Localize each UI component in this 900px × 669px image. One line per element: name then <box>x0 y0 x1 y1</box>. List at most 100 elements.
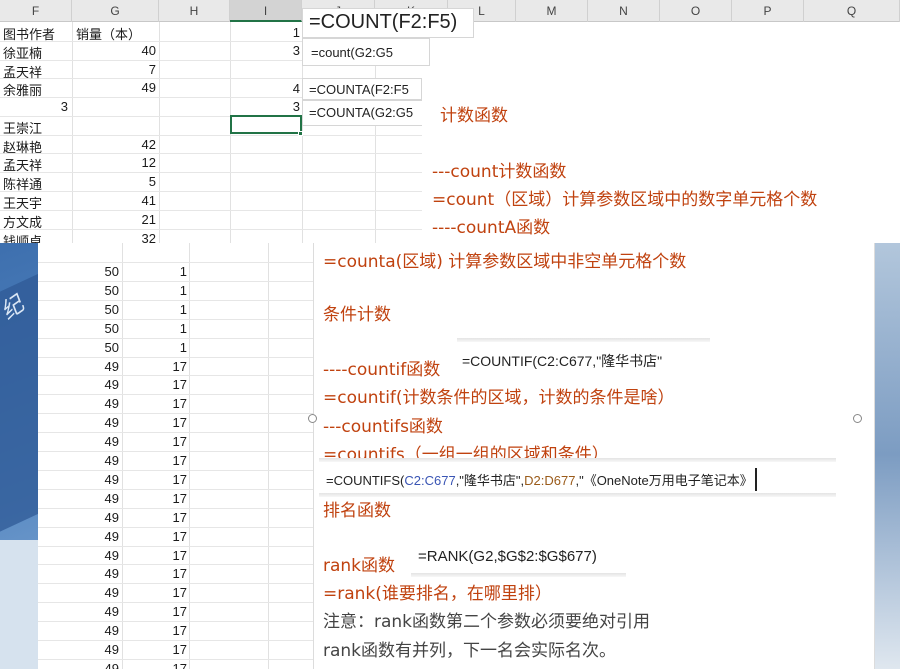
cell-sales[interactable]: 49 <box>38 434 119 449</box>
header-sales[interactable]: 销量（本） <box>76 24 141 43</box>
cell-sales[interactable]: 49 <box>38 604 119 619</box>
column-header-i[interactable]: I <box>230 0 302 22</box>
cell-sales[interactable]: 50 <box>38 264 119 279</box>
gridline <box>38 337 313 339</box>
cell-sales[interactable]: 49 <box>38 377 119 392</box>
column-header-q[interactable]: Q <box>804 0 900 22</box>
cell-author[interactable]: 王天宇 <box>3 193 42 212</box>
gridline <box>38 602 313 604</box>
cell-sales[interactable]: 49 <box>38 415 119 430</box>
cell-rank[interactable]: 1 <box>122 340 187 355</box>
cell-sales[interactable]: 49 <box>38 453 119 468</box>
cell-sales[interactable]: 49 <box>72 80 156 95</box>
cell-rank[interactable]: 17 <box>122 359 187 374</box>
cell-author[interactable]: 方文成 <box>3 212 42 231</box>
cell-result[interactable]: 3 <box>230 99 300 114</box>
header-author[interactable]: 图书作者 <box>3 24 55 43</box>
cell-rank[interactable]: 17 <box>122 661 187 669</box>
cell-sales[interactable]: 50 <box>38 302 119 317</box>
gridline <box>0 135 422 136</box>
cell-rank[interactable]: 1 <box>122 283 187 298</box>
cell-author[interactable]: 钱顺卓 <box>3 231 42 243</box>
excel-sheet-top[interactable]: F G H I J K L M N O P Q 图书作者 销量（本） 徐亚楠 4… <box>0 0 900 243</box>
cell-rank[interactable]: 17 <box>122 585 187 600</box>
cell-author[interactable]: 余雅丽 <box>3 80 42 99</box>
cell-rank[interactable]: 17 <box>122 642 187 657</box>
cell-rank[interactable]: 17 <box>122 377 187 392</box>
notes-panel: 计数函数 ---count计数函数 =count（区域）计算参数区域中的数字单元… <box>422 95 900 243</box>
column-header-g[interactable]: G <box>72 0 159 22</box>
resize-handle-left[interactable] <box>308 414 317 423</box>
cell-sales[interactable]: 49 <box>38 491 119 506</box>
cell-result[interactable]: 3 <box>230 43 300 58</box>
cell-rank[interactable]: 1 <box>122 321 187 336</box>
countifs-range2: D2:D677 <box>524 473 576 488</box>
cell-author[interactable]: 王崇江 <box>3 118 42 137</box>
cell-author[interactable]: 陈祥通 <box>3 174 42 193</box>
cell-rank[interactable]: 17 <box>122 453 187 468</box>
fill-handle[interactable] <box>298 131 303 136</box>
column-header-h[interactable]: H <box>159 0 230 22</box>
cell-result[interactable]: 1 <box>230 25 300 40</box>
onenote-page[interactable]: =counta(区域) 计算参数区域中非空单元格个数 条件计数 ----coun… <box>313 243 875 669</box>
cell-author[interactable]: 孟天祥 <box>3 155 42 174</box>
cell-sales[interactable]: 49 <box>38 642 119 657</box>
cell-result[interactable]: 4 <box>230 81 300 96</box>
cell-sales[interactable]: 49 <box>38 510 119 525</box>
cell-sales[interactable]: 41 <box>72 193 156 208</box>
cell-rank[interactable]: 17 <box>122 548 187 563</box>
excel-sheet-bottom[interactable]: 50 1 50 1 50 1 50 1 50 1 49 17 49 17 49 17 49 17 49 17 49 17 4… <box>38 243 313 669</box>
gridline <box>38 356 313 358</box>
selected-cell[interactable] <box>230 115 302 134</box>
cell-sales[interactable]: 49 <box>38 396 119 411</box>
cell-sales[interactable]: 50 <box>38 321 119 336</box>
cell-author[interactable]: 徐亚楠 <box>3 43 42 62</box>
cell-sales[interactable]: 42 <box>72 137 156 152</box>
cell-rank[interactable]: 17 <box>122 604 187 619</box>
gridline <box>38 545 313 547</box>
cell-sales[interactable]: 49 <box>38 529 119 544</box>
cell-author[interactable]: 孟天祥 <box>3 62 42 81</box>
cell-sales[interactable]: 49 <box>38 661 119 669</box>
cell-rank[interactable]: 17 <box>122 566 187 581</box>
cell-rank[interactable]: 17 <box>122 491 187 506</box>
formula-count-big: =COUNT(F2:F5) <box>302 8 474 38</box>
cell-rank[interactable]: 1 <box>122 264 187 279</box>
cell-sales[interactable]: 49 <box>38 548 119 563</box>
cell-sales[interactable]: 7 <box>72 62 156 77</box>
cell-rank[interactable]: 17 <box>122 434 187 449</box>
cell-sales[interactable]: 49 <box>38 566 119 581</box>
cell-rank[interactable]: 17 <box>122 623 187 638</box>
cell-sales[interactable]: 50 <box>38 340 119 355</box>
cell-rank[interactable]: 17 <box>122 415 187 430</box>
gridline <box>38 469 313 471</box>
cell-rank[interactable]: 17 <box>122 529 187 544</box>
gridline <box>38 451 313 452</box>
resize-handle-right[interactable] <box>853 414 862 423</box>
cell-sales[interactable]: 5 <box>72 174 156 189</box>
cell-sales[interactable]: 49 <box>38 359 119 374</box>
cell-count[interactable]: 3 <box>0 99 68 114</box>
cell-sales[interactable]: 21 <box>72 212 156 227</box>
cell-sales[interactable]: 12 <box>72 155 156 170</box>
cell-rank[interactable]: 17 <box>122 510 187 525</box>
cond-count-title: 条件计数 <box>323 305 391 325</box>
cell-sales[interactable]: 49 <box>38 472 119 487</box>
gridline <box>38 280 313 282</box>
cell-sales[interactable]: 49 <box>38 585 119 600</box>
column-header-o[interactable]: O <box>660 0 732 22</box>
column-header-m[interactable]: M <box>516 0 588 22</box>
cell-sales[interactable]: 49 <box>38 623 119 638</box>
column-header-f[interactable]: F <box>0 0 72 22</box>
cell-author[interactable]: 赵琳艳 <box>3 137 42 156</box>
column-header-p[interactable]: P <box>732 0 804 22</box>
cell-rank[interactable]: 17 <box>122 472 187 487</box>
cell-sales[interactable]: 40 <box>72 43 156 58</box>
cell-sales[interactable]: 50 <box>38 283 119 298</box>
gridline <box>0 191 422 192</box>
divider <box>411 573 626 577</box>
cell-rank[interactable]: 1 <box>122 302 187 317</box>
cell-sales[interactable]: 32 <box>72 231 156 243</box>
column-header-n[interactable]: N <box>588 0 660 22</box>
cell-rank[interactable]: 17 <box>122 396 187 411</box>
